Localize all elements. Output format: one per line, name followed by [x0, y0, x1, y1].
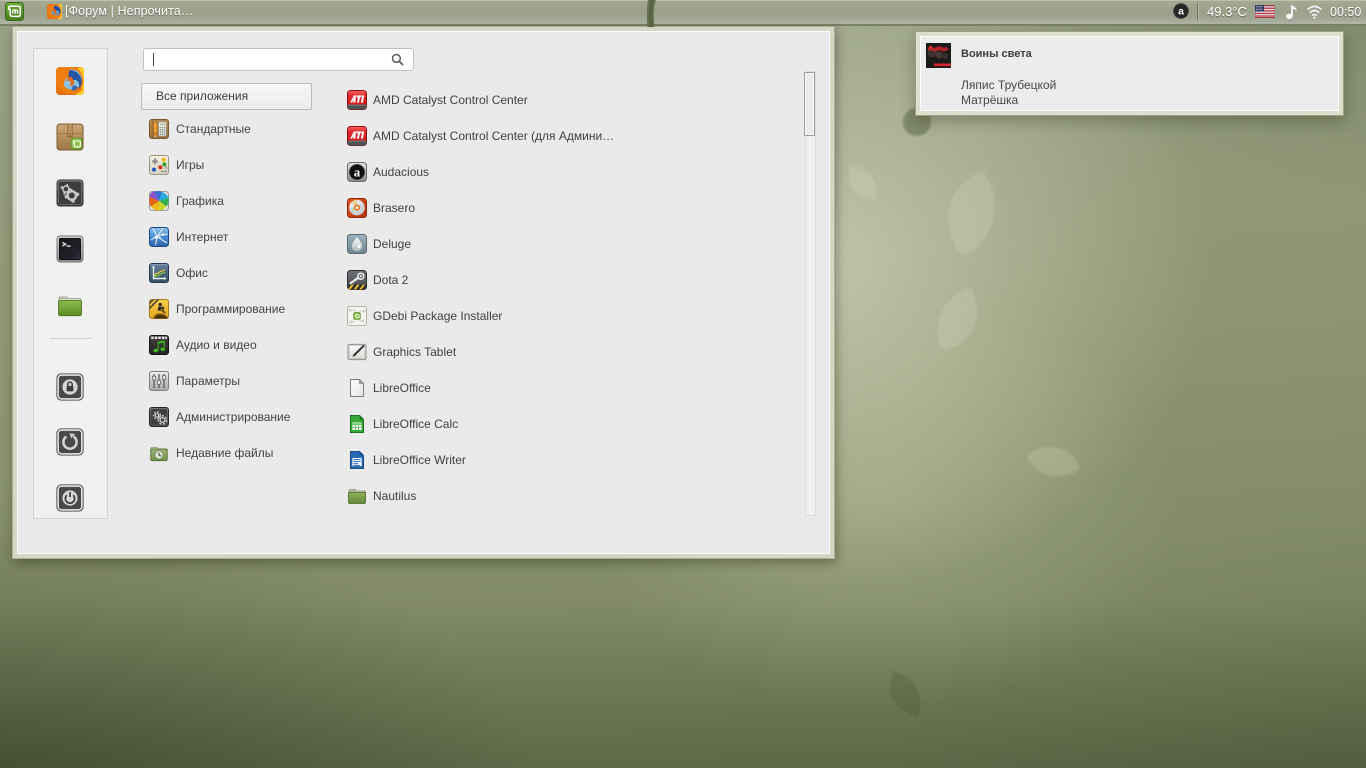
svg-text:a: a: [354, 165, 361, 180]
svg-text:a: a: [1178, 6, 1184, 18]
